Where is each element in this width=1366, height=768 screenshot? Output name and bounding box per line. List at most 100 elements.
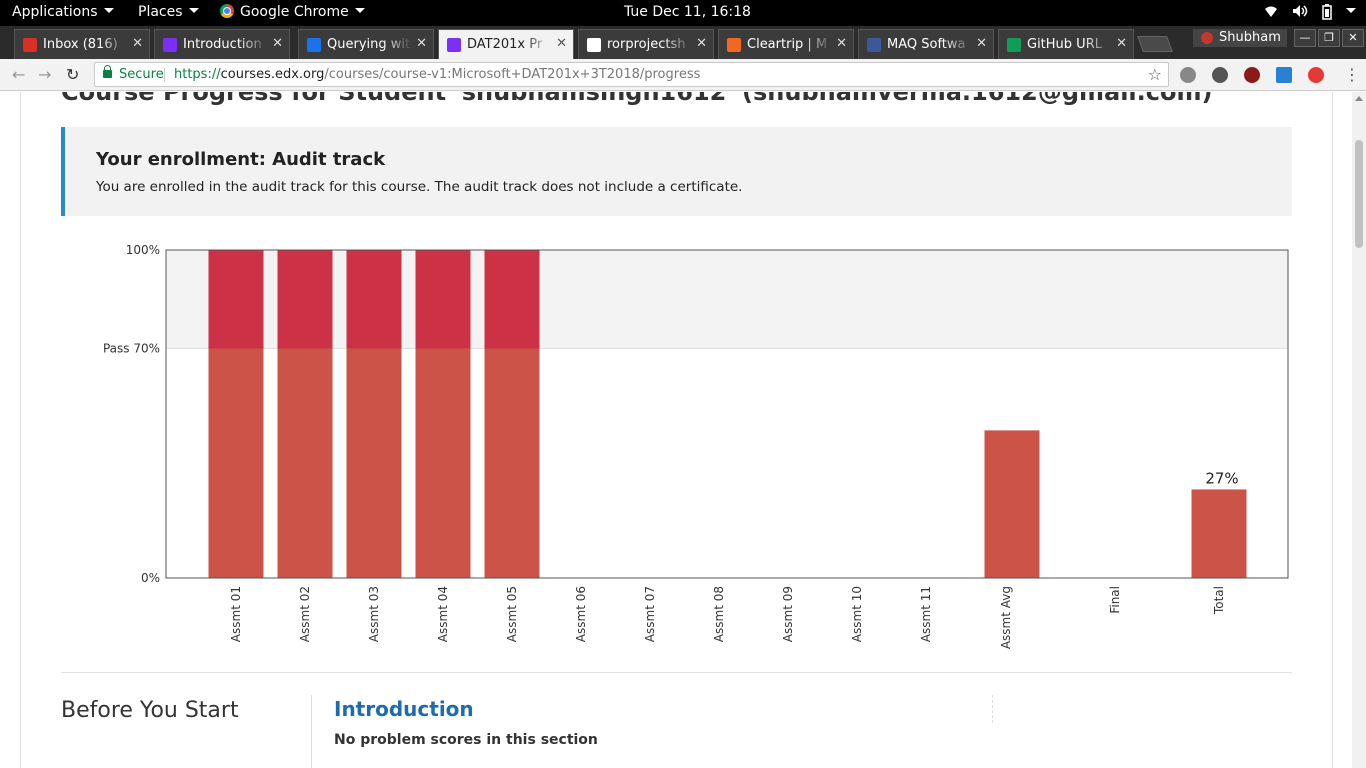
system-top-bar: Applications Places Google Chrome Tue De… (0, 0, 1366, 26)
tab-favicon-icon (867, 38, 881, 52)
tab-favicon-icon (23, 38, 37, 52)
tab-favicon-icon (307, 38, 321, 52)
tab-4[interactable]: DAT201x Pr ✕ (438, 29, 574, 59)
pass-band (166, 250, 1288, 349)
close-window-icon[interactable]: ✕ (1342, 29, 1364, 47)
places-menu[interactable]: Places (138, 4, 199, 20)
total-data-label: 27% (1205, 469, 1238, 487)
y-tick-label: Pass 70% (103, 341, 160, 355)
secure-label: Secure (119, 67, 164, 82)
tab-5[interactable]: rorprojectsh ✕ (578, 29, 714, 59)
back-arrow-icon[interactable]: ← (12, 65, 25, 84)
page-viewport: Course Progress for Student 'shubhamsing… (0, 92, 1352, 768)
profile-name: Shubham (1219, 30, 1281, 45)
new-tab-button[interactable] (1137, 36, 1173, 52)
x-tick-label: Total (1212, 586, 1226, 615)
reload-icon[interactable]: ↻ (66, 65, 79, 84)
chart-bar-above-pass (208, 250, 264, 349)
x-tick-label: Assmt 09 (781, 586, 795, 642)
bookmark-star-icon[interactable]: ☆ (1148, 63, 1162, 86)
x-tick-label: Assmt 04 (436, 586, 450, 642)
extension-feedly-icon[interactable] (1180, 67, 1196, 83)
x-tick-label: Assmt 10 (850, 586, 864, 642)
extension-ublock-icon[interactable] (1244, 67, 1260, 83)
tab-favicon-icon (1007, 38, 1021, 52)
x-tick-label: Assmt 07 (643, 586, 657, 642)
url-text[interactable]: https://courses.edx.org/courses/course-v… (174, 63, 700, 86)
wifi-icon[interactable] (1264, 4, 1278, 24)
chart-bar-above-pass (484, 250, 540, 349)
column-divider (311, 695, 312, 768)
tab-favicon-icon (587, 38, 601, 52)
scrollbar-thumb[interactable] (1355, 140, 1363, 248)
system-tray[interactable] (1264, 4, 1356, 24)
tab-close-icon[interactable]: ✕ (556, 36, 567, 51)
tab-close-icon[interactable]: ✕ (272, 36, 283, 51)
tab-fade (99, 30, 129, 59)
x-tick-label: Assmt 03 (367, 586, 381, 642)
section-scores-note: No problem scores in this section (334, 732, 598, 748)
tab-favicon-icon (163, 38, 177, 52)
browser-app-menu[interactable]: Google Chrome (220, 4, 365, 20)
tab-strip: Inbox (816) ✕ Introduction ✕ Querying wit ✕ DA… (0, 26, 1366, 59)
volume-icon[interactable] (1292, 4, 1308, 24)
page-scrollbar[interactable] (1352, 92, 1366, 768)
chart-bar (984, 430, 1040, 578)
x-tick-label: Assmt 05 (505, 586, 519, 642)
address-separator (164, 68, 165, 82)
tab-close-icon[interactable]: ✕ (976, 36, 987, 51)
system-menu-chevron-icon[interactable] (1346, 4, 1356, 24)
chevron-down-icon (188, 8, 199, 13)
chevron-down-icon (354, 8, 365, 13)
tab-1[interactable]: Inbox (816) ✕ (14, 29, 150, 59)
tab-fade (803, 30, 833, 59)
address-bar[interactable]: Secure https://courses.edx.org/courses/c… (94, 62, 1169, 87)
tab-fade (383, 30, 413, 59)
x-tick-label: Assmt 01 (229, 586, 243, 642)
tab-close-icon[interactable]: ✕ (836, 36, 847, 51)
battery-icon[interactable] (1322, 4, 1332, 24)
profile-button[interactable]: Shubham (1193, 29, 1287, 47)
browser-label: Google Chrome (240, 4, 349, 20)
chart-bar-above-pass (346, 250, 402, 349)
tab-3[interactable]: Querying wit ✕ (298, 29, 434, 59)
forward-arrow-icon[interactable]: → (38, 65, 51, 84)
chrome-icon (220, 4, 234, 18)
extension-window-icon[interactable] (1276, 67, 1292, 83)
tab-close-icon[interactable]: ✕ (1116, 36, 1127, 51)
tab-7[interactable]: MAQ Softwa ✕ (858, 29, 994, 59)
lock-icon (103, 65, 112, 78)
y-tick-label: 100% (126, 243, 160, 257)
chrome-menu-icon[interactable]: ⋮ (1344, 65, 1360, 84)
url-path: /courses/course-v1:Microsoft+DAT201x+3T2… (324, 67, 701, 82)
x-tick-label: Assmt 11 (919, 586, 933, 642)
applications-menu[interactable]: Applications (12, 4, 114, 20)
chart-bar-above-pass (415, 250, 471, 349)
section-introduction-link[interactable]: Introduction (334, 697, 474, 721)
chart-bar-above-pass (277, 250, 333, 349)
extension-speedometer-icon[interactable] (1212, 67, 1228, 83)
tab-close-icon[interactable]: ✕ (416, 36, 427, 51)
x-tick-label: Assmt 06 (574, 586, 588, 642)
tab-fade (523, 30, 553, 59)
x-tick-label: Final (1108, 586, 1122, 614)
tab-6[interactable]: Cleartrip | M ✕ (718, 29, 854, 59)
minimize-icon[interactable]: — (1294, 29, 1316, 47)
section-divider (61, 672, 1292, 673)
scroll-up-icon[interactable] (1355, 96, 1363, 101)
clock[interactable]: Tue Dec 11, 16:18 (624, 4, 751, 20)
url-host: courses.edx.org (220, 67, 325, 82)
x-tick-label: Assmt 08 (712, 586, 726, 642)
x-tick-label: Assmt Avg (999, 586, 1013, 649)
extension-record-icon[interactable] (1308, 67, 1324, 83)
tab-8[interactable]: GitHub URL ✕ (998, 29, 1134, 59)
tab-fade (239, 30, 269, 59)
tab-close-icon[interactable]: ✕ (132, 36, 143, 51)
column-divider-dashed (992, 695, 993, 723)
chapter-before-you-start: Before You Start (61, 698, 239, 723)
tab-2[interactable]: Introduction ✕ (154, 29, 290, 59)
tab-close-icon[interactable]: ✕ (696, 36, 707, 51)
x-tick-label: Assmt 02 (298, 586, 312, 642)
tab-fade (943, 30, 973, 59)
maximize-icon[interactable]: ❐ (1318, 29, 1340, 47)
